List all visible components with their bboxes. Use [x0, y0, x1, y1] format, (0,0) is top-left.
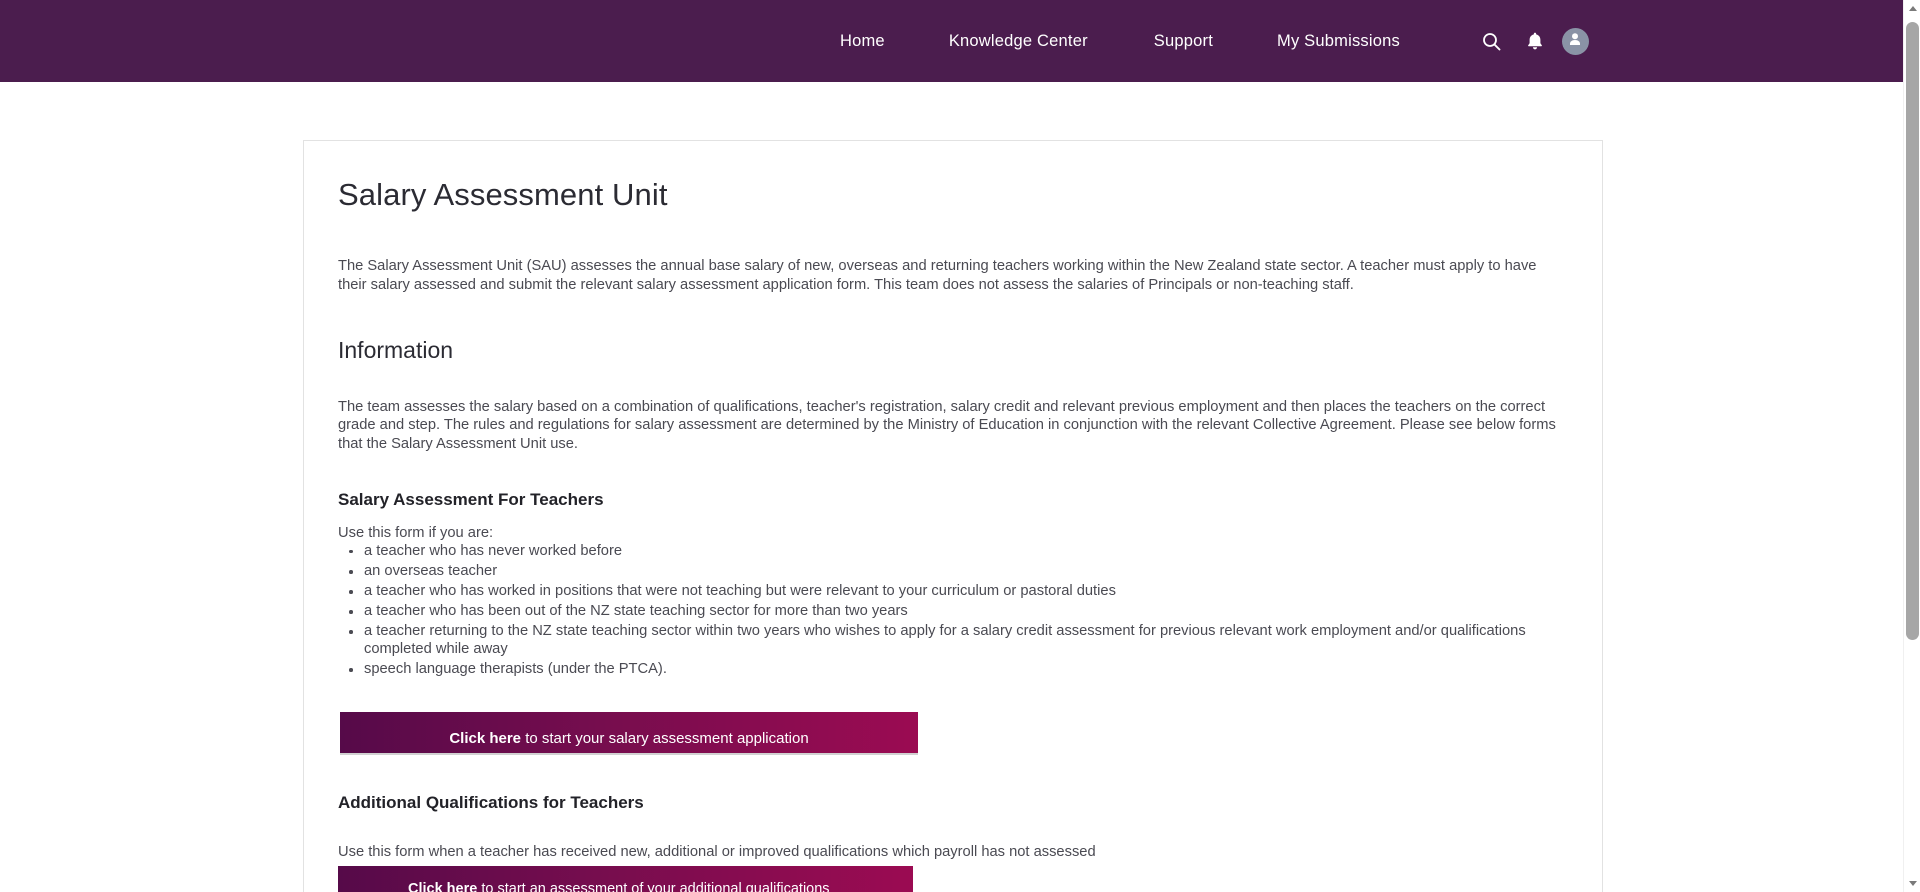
page-intro-paragraph: The Salary Assessment Unit (SAU) assesse… — [338, 258, 1537, 293]
user-avatar[interactable] — [1561, 27, 1589, 55]
additional-qualifications-heading: Additional Qualifications for Teachers — [338, 792, 644, 812]
start-additional-qualifications-button[interactable]: Click here to start an assessment of you… — [338, 865, 913, 892]
avatar-icon — [1567, 31, 1583, 52]
top-navigation-bar: Home Knowledge Center Support My Submiss… — [0, 0, 1903, 82]
search-icon — [1482, 32, 1501, 51]
search-button[interactable] — [1472, 21, 1512, 61]
nav-item-my-submissions[interactable]: My Submissions — [1277, 26, 1400, 57]
page-root: Home Knowledge Center Support My Submiss… — [0, 0, 1920, 892]
additional-qualifications-lead: Use this form when a teacher has receive… — [338, 843, 1096, 860]
list-item: an overseas teacher — [349, 563, 1562, 581]
scrollbar-thumb[interactable] — [1906, 22, 1919, 640]
list-item: a teacher who has been out of the NZ sta… — [349, 603, 1562, 621]
list-item: speech language therapists (under the PT… — [349, 661, 1562, 679]
nav-item-home[interactable]: Home — [840, 26, 885, 57]
salary-assessment-heading: Salary Assessment For Teachers — [338, 490, 604, 510]
bell-icon — [1526, 31, 1544, 51]
start-salary-assessment-button[interactable]: Click here to start your salary assessme… — [340, 711, 918, 753]
nav-item-support[interactable]: Support — [1154, 26, 1213, 57]
information-heading: Information — [338, 336, 454, 363]
cta-bold-text: Click here — [408, 880, 478, 892]
nav-item-knowledge-center[interactable]: Knowledge Center — [949, 26, 1088, 57]
list-item: a teacher who has never worked before — [349, 543, 1562, 561]
notifications-button[interactable] — [1515, 21, 1555, 61]
vertical-scrollbar[interactable] — [1903, 0, 1920, 892]
nav-icon-group — [1472, 21, 1589, 61]
cta-rest-text: to start your salary assessment applicat… — [521, 729, 809, 747]
chevron-up-icon — [1908, 6, 1917, 11]
list-item: a teacher returning to the NZ state teac… — [349, 623, 1562, 658]
scroll-down-button[interactable] — [1904, 875, 1920, 892]
salary-assessment-bullet-list: a teacher who has never worked before an… — [338, 543, 1567, 679]
information-paragraph: The team assesses the salary based on a … — [338, 398, 1556, 453]
page-title: Salary Assessment Unit — [338, 177, 668, 212]
salary-assessment-lead: Use this form if you are: — [338, 525, 494, 542]
primary-nav: Home Knowledge Center Support My Submiss… — [840, 26, 1400, 57]
cta-rest-text: to start an assessment of your additiona… — [477, 880, 830, 892]
scroll-up-button[interactable] — [1904, 0, 1920, 17]
cta-bold-text: Click here — [449, 729, 522, 747]
content-card: Salary Assessment Unit The Salary Assess… — [303, 140, 1603, 892]
chevron-down-icon — [1908, 881, 1917, 886]
list-item: a teacher who has worked in positions th… — [349, 583, 1562, 601]
